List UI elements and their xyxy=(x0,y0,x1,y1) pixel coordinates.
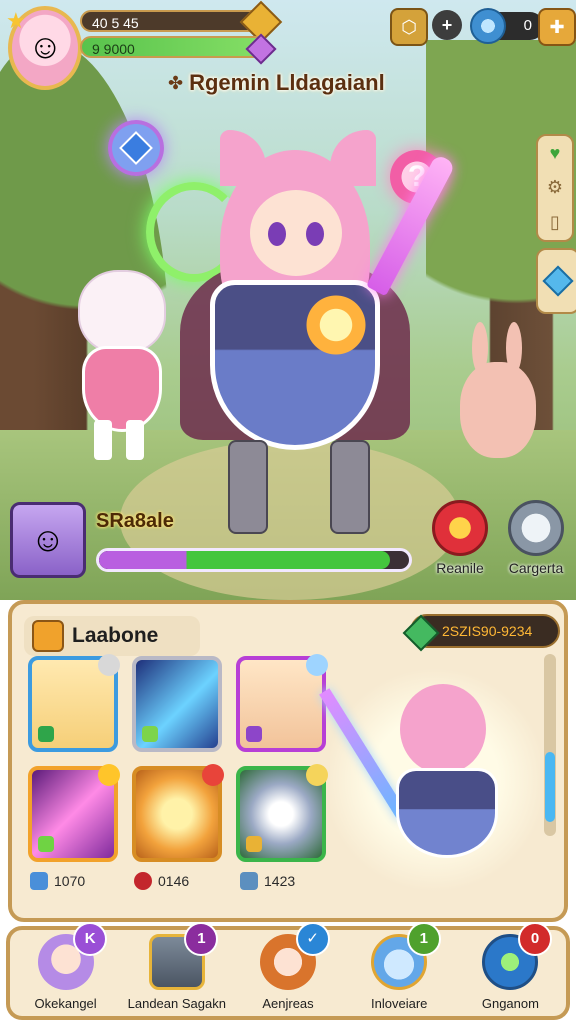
nav-inloveiare[interactable]: 1 Inloveiare xyxy=(344,922,455,1016)
heart-icon[interactable]: ♥ xyxy=(550,143,561,164)
crystal-corner-icon xyxy=(306,654,328,676)
plus-icon[interactable]: + xyxy=(432,10,462,40)
cargerta-label: Cargerta xyxy=(508,560,564,576)
leaf-icon xyxy=(38,726,54,742)
leaf-icon xyxy=(142,726,158,742)
side-gem-button[interactable] xyxy=(536,248,576,314)
item-slot[interactable] xyxy=(236,654,328,752)
count-value: 1423 xyxy=(264,873,296,889)
event-title-banner: ✤ Rgemin Lldagaianl xyxy=(168,66,408,100)
gem-icon xyxy=(246,726,262,742)
avatar-face-icon: ☺ xyxy=(28,28,63,66)
gem-count: 0 xyxy=(523,17,532,34)
count-item: 1070 xyxy=(30,872,85,890)
bunny-companion xyxy=(454,322,540,462)
nav-label: Inloveiare xyxy=(371,996,428,1011)
item-slot[interactable] xyxy=(236,764,328,862)
player-avatar[interactable]: ★ ☺ xyxy=(6,6,82,90)
inventory-scrollbar[interactable] xyxy=(544,654,556,836)
magic-spark xyxy=(296,290,376,360)
hero-xp-bar xyxy=(96,548,412,572)
key-corner-icon xyxy=(306,764,328,786)
bottom-nav: K Okekangel 1 Landean Sagakn ✓ Aenjreas … xyxy=(6,922,570,1020)
diamond-icon xyxy=(542,265,574,297)
anvil-icon xyxy=(508,500,564,556)
item-slot[interactable] xyxy=(28,654,120,752)
inventory-tab[interactable]: Laabone xyxy=(24,616,200,656)
nav-label: Okekangel xyxy=(34,996,97,1011)
hexagon-badge-icon[interactable]: ⬡ xyxy=(390,8,428,46)
event-title: Rgemin Lldagaianl xyxy=(189,70,385,95)
nav-gnganom[interactable]: 0 Gnganom xyxy=(455,922,566,1016)
star-corner-icon xyxy=(98,654,120,676)
scroll-icon[interactable]: ▯ xyxy=(550,212,560,233)
leaf-icon xyxy=(38,836,54,852)
hero-name: SRa8ale xyxy=(96,510,174,532)
nav-okekangel[interactable]: K Okekangel xyxy=(10,922,121,1016)
currency-value: 2SZIS90-9234 xyxy=(442,623,533,639)
currency-display[interactable]: 2SZIS90-9234 xyxy=(402,614,560,652)
energy-bar: 9 9000 xyxy=(80,33,277,65)
gold-corner-icon xyxy=(98,764,120,786)
star-badge-icon xyxy=(432,500,488,556)
level-bar: 40 5 45 xyxy=(80,0,283,44)
feather-icon xyxy=(240,872,258,890)
paw-icon: ✤ xyxy=(168,72,184,93)
cargerta-button[interactable]: Cargerta xyxy=(486,500,576,576)
nav-badge: 1 xyxy=(406,922,441,956)
ruby-icon xyxy=(134,872,152,890)
hero-portrait[interactable]: ☺ xyxy=(10,502,86,578)
red-corner-icon xyxy=(202,764,224,786)
nav-label: Aenjreas xyxy=(262,996,314,1011)
badge-icon xyxy=(32,620,64,652)
crystal-orb-icon[interactable] xyxy=(108,120,164,176)
item-slot[interactable] xyxy=(28,764,120,862)
nav-landean-sagakn[interactable]: 1 Landean Sagakn xyxy=(121,922,232,1016)
energy-text: 9 9000 xyxy=(92,41,135,57)
nav-badge: 0 xyxy=(518,922,553,956)
reanile-label: Reanile xyxy=(436,560,484,576)
level-text: 40 5 45 xyxy=(92,15,139,31)
hero-portrait-icon: ☺ xyxy=(30,520,66,559)
green-gem-icon xyxy=(402,614,440,652)
gold-icon xyxy=(246,836,262,852)
character-preview xyxy=(319,660,540,900)
item-slot[interactable] xyxy=(132,656,222,752)
star-icon: ★ xyxy=(6,8,26,33)
count-item: 1423 xyxy=(240,872,295,890)
nav-badge: 1 xyxy=(184,922,219,956)
badge-count-icon xyxy=(30,872,48,890)
nav-label: Landean Sagakn xyxy=(127,996,226,1011)
puzzle-icon[interactable]: ✚ xyxy=(538,8,576,46)
blue-gem-icon xyxy=(470,8,506,44)
nav-label: Gnganom xyxy=(481,996,539,1011)
gear-icon[interactable]: ⚙ xyxy=(547,177,563,198)
cat-companion xyxy=(60,270,180,470)
inventory-tab-label: Laabone xyxy=(72,624,159,647)
nav-badge: K xyxy=(73,922,108,956)
count-value: 1070 xyxy=(54,873,86,889)
item-slot[interactable] xyxy=(132,764,224,862)
side-menu: ♥ ⚙ ▯ xyxy=(536,134,574,242)
count-value: 0146 xyxy=(158,873,190,889)
count-item: 0146 xyxy=(134,872,189,890)
scroll-thumb[interactable] xyxy=(545,752,555,822)
check-badge-icon: ✓ xyxy=(295,922,330,956)
nav-aenjreas[interactable]: ✓ Aenjreas xyxy=(232,922,343,1016)
